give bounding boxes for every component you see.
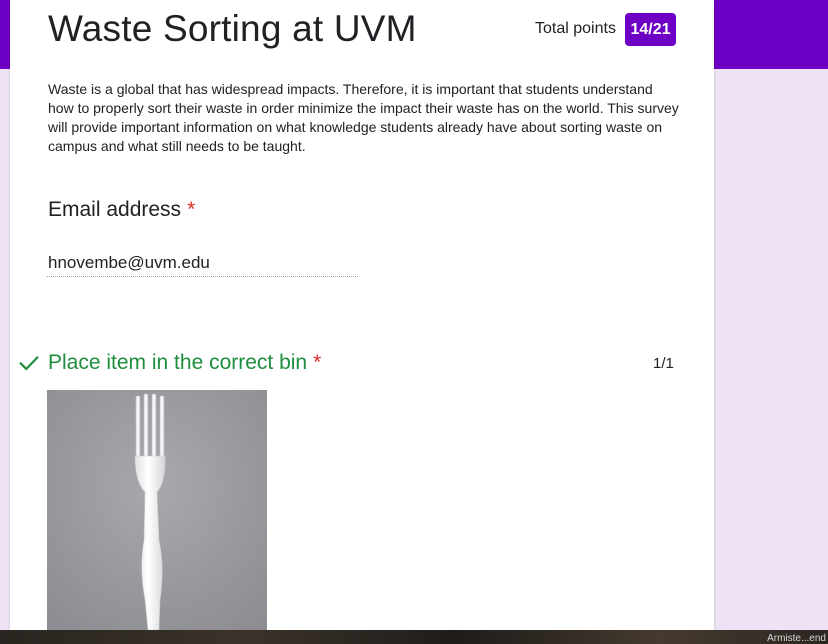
question-score: 1/1 [653,355,674,372]
email-answer-underline [47,276,358,277]
total-points-badge: 14/21 [625,13,676,46]
email-answer-value: hnovembe@uvm.edu [48,253,210,272]
email-question-title: Email address * [48,198,195,222]
required-asterisk: * [187,198,196,221]
required-asterisk: * [313,351,322,374]
fork-image [47,390,267,630]
question-label: Place item in the correct bin [48,351,308,374]
form-title: Waste Sorting at UVM [48,8,417,49]
email-question-label: Email address [48,198,182,221]
question-title: Place item in the correct bin * [48,351,321,375]
taskbar-label[interactable]: Armiste...end [767,633,826,644]
form-description: Waste is a global that has widespread im… [48,81,679,154]
total-points-label: Total points [535,20,616,37]
check-icon [19,355,39,371]
desktop-taskbar [0,630,828,644]
plastic-fork-illustration [47,390,267,630]
